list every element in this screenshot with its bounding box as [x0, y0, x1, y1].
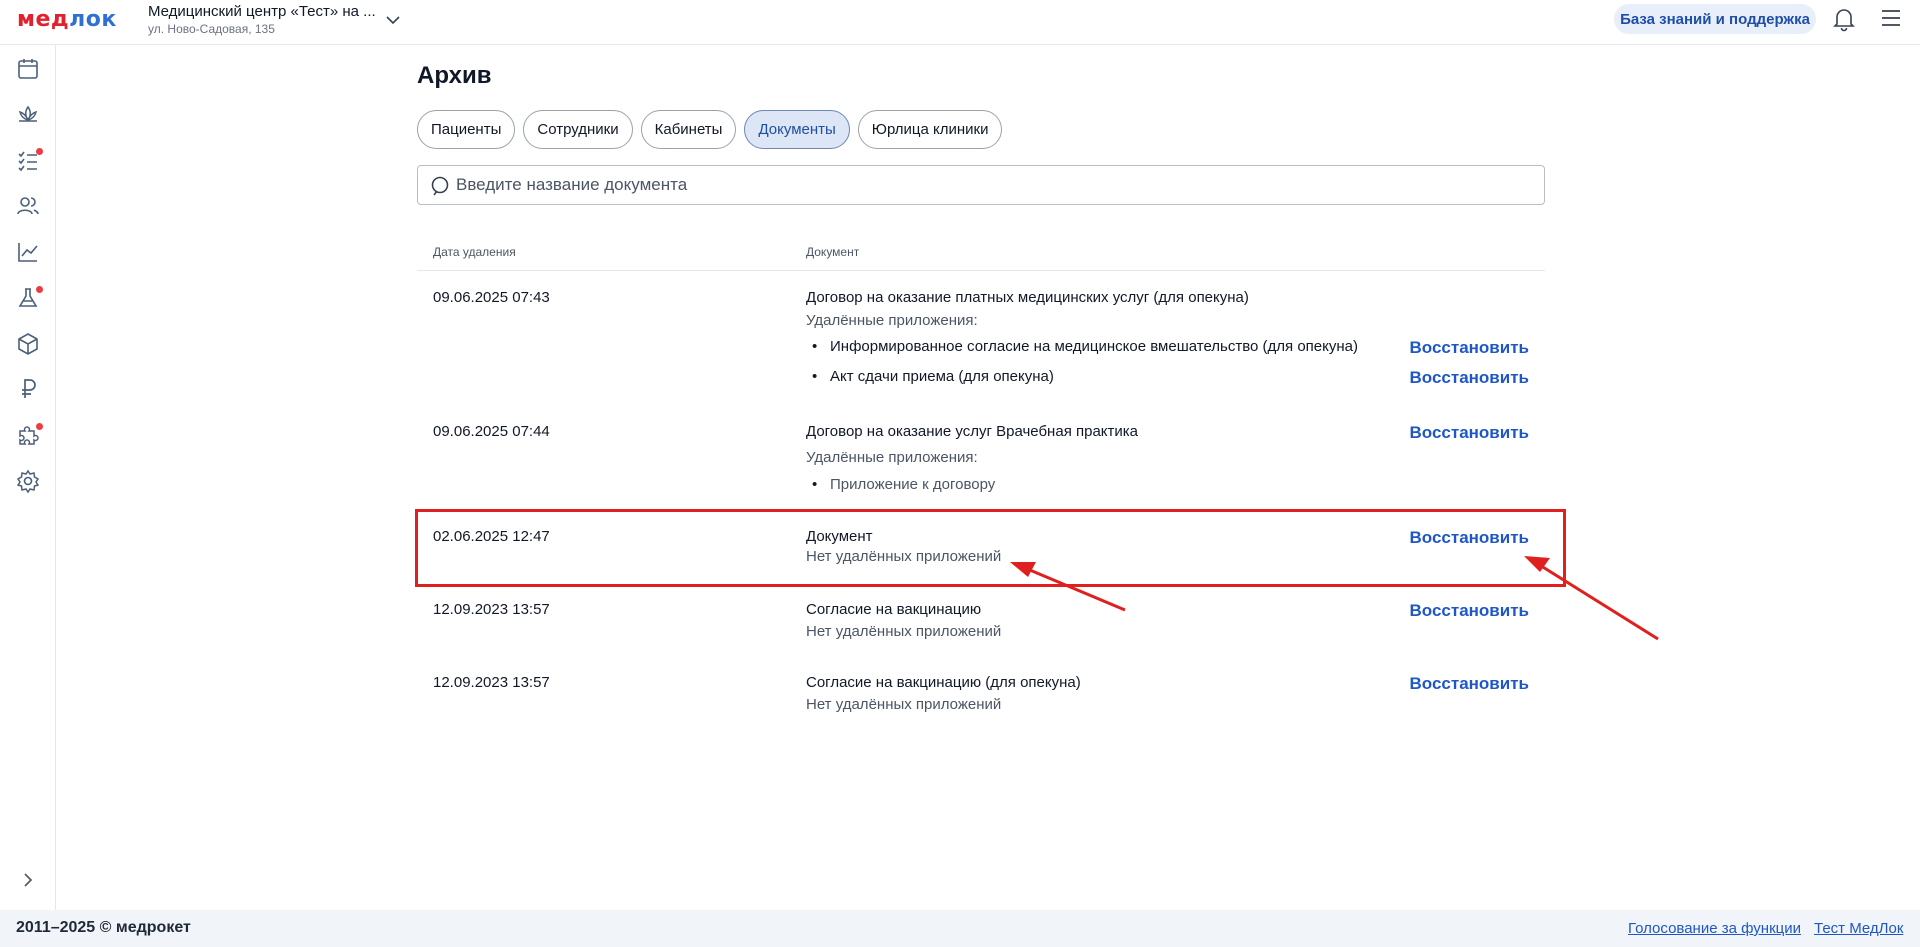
document-name: Договор на оказание платных медицинских … [806, 289, 1249, 306]
document-name: Согласие на вакцинацию (для опекуна) [806, 674, 1081, 691]
test-medlok-link[interactable]: Тест МедЛок [1814, 920, 1903, 937]
tab-legal-entities[interactable]: Юрлица клиники [857, 110, 1003, 149]
document-search [417, 165, 1545, 205]
no-attachments-text: Нет удалённых приложений [806, 623, 1002, 640]
tab-documents[interactable]: Документы [744, 110, 850, 149]
chart-icon[interactable] [15, 239, 41, 265]
notification-badge [36, 148, 43, 155]
attachment-item: Приложение к договору [812, 476, 995, 493]
document-name: Согласие на вакцинацию [806, 601, 982, 618]
deletion-date: 12.09.2023 13:57 [433, 601, 550, 618]
medlok-logo[interactable]: медлок [17, 7, 117, 32]
clinic-name: Медицинский центр «Тест» на ... [148, 3, 376, 20]
annotation-highlight-box [415, 509, 1566, 587]
archive-tabs: Пациенты Сотрудники Кабинеты Документы Ю… [417, 110, 1003, 149]
vote-features-link[interactable]: Голосование за функции [1628, 920, 1801, 937]
column-header-document: Документ [806, 245, 860, 259]
bell-icon[interactable] [1832, 6, 1856, 32]
ruble-icon[interactable] [15, 376, 41, 402]
attachments-label: Удалённые приложения: [806, 312, 978, 329]
tab-employees[interactable]: Сотрудники [523, 110, 633, 149]
calendar-icon[interactable] [15, 56, 41, 82]
notification-badge [36, 286, 43, 293]
search-input[interactable] [456, 166, 1536, 204]
lotus-icon[interactable] [15, 101, 41, 127]
attachments-label: Удалённые приложения: [806, 449, 978, 466]
no-attachments-text: Нет удалённых приложений [806, 696, 1002, 713]
restore-button[interactable]: Восстановить [1410, 601, 1529, 621]
copyright: 2011–2025 © медрокет [16, 919, 191, 936]
clinic-selector[interactable]: Медицинский центр «Тест» на ... ул. Ново… [148, 2, 376, 37]
restore-button[interactable]: Восстановить [1410, 368, 1529, 388]
deletion-date: 09.06.2025 07:44 [433, 423, 550, 440]
column-header-date: Дата удаления [433, 245, 516, 259]
tab-patients[interactable]: Пациенты [417, 110, 516, 149]
restore-button[interactable]: Восстановить [1410, 674, 1529, 694]
menu-icon[interactable] [1880, 8, 1902, 28]
sidebar [0, 45, 56, 910]
puzzle-icon[interactable] [15, 422, 43, 448]
search-icon [431, 176, 449, 196]
box-icon[interactable] [15, 331, 41, 357]
knowledge-base-button[interactable]: База знаний и поддержка [1614, 4, 1816, 34]
clinic-address: ул. Ново-Садовая, 135 [148, 22, 275, 36]
flask-icon[interactable] [15, 285, 43, 311]
chevron-right-icon[interactable] [19, 871, 37, 889]
attachment-item: Акт сдачи приема (для опекуна) [812, 368, 1054, 385]
tab-rooms[interactable]: Кабинеты [640, 110, 737, 149]
checklist-icon[interactable] [15, 147, 43, 173]
restore-button[interactable]: Восстановить [1410, 338, 1529, 358]
table-header: Дата удаления Документ [417, 235, 1545, 271]
restore-button[interactable]: Восстановить [1410, 423, 1529, 443]
users-icon[interactable] [15, 193, 41, 219]
deletion-date: 12.09.2023 13:57 [433, 674, 550, 691]
gear-icon[interactable] [15, 468, 41, 494]
document-name: Договор на оказание услуг Врачебная прак… [806, 423, 1138, 440]
deletion-date: 09.06.2025 07:43 [433, 289, 550, 306]
top-header: медлок Медицинский центр «Тест» на ... у… [0, 0, 1920, 45]
page-title: Архив [417, 62, 492, 89]
attachment-item: Информированное согласие на медицинское … [812, 338, 1358, 355]
footer: 2011–2025 © медрокет Голосование за функ… [0, 910, 1920, 947]
notification-badge [36, 423, 43, 430]
chevron-down-icon[interactable] [385, 12, 401, 28]
